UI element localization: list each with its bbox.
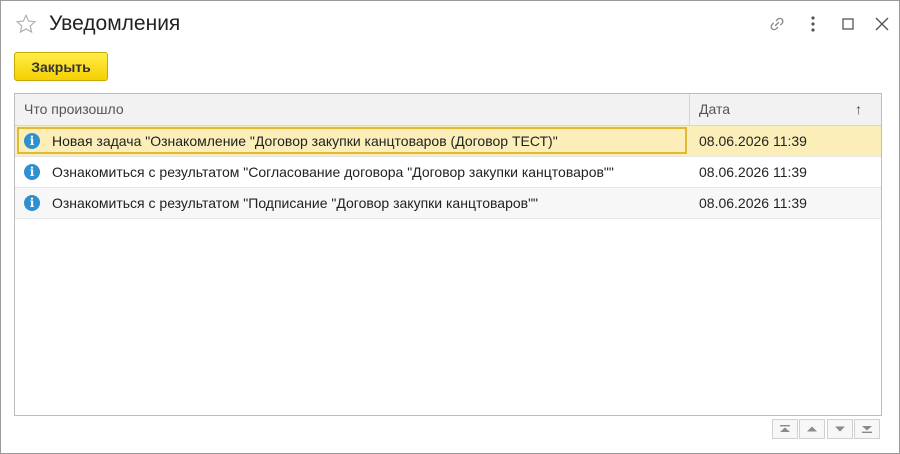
column-header-what[interactable]: Что произошло	[15, 94, 689, 125]
info-icon: i	[24, 164, 40, 180]
more-menu-icon[interactable]	[802, 13, 824, 35]
row-what-text: Новая задача "Ознакомление "Договор заку…	[52, 133, 558, 149]
close-icon[interactable]	[871, 13, 893, 35]
row-what-text: Ознакомиться с результатом "Согласование…	[52, 164, 614, 180]
scroll-up-button[interactable]	[799, 419, 825, 439]
favorite-star-icon[interactable]	[15, 13, 37, 35]
scroll-to-first-button[interactable]	[772, 419, 798, 439]
info-icon: i	[24, 195, 40, 211]
table-row[interactable]: i Ознакомиться с результатом "Согласован…	[15, 157, 881, 188]
table-header: Что произошло Дата ↑	[15, 94, 881, 126]
column-header-date[interactable]: Дата	[690, 94, 881, 125]
scroll-down-button[interactable]	[827, 419, 853, 439]
close-button[interactable]: Закрыть	[14, 52, 108, 81]
notifications-window: Уведомления Закрыть Что произошло Дата ↑…	[0, 0, 900, 454]
link-icon[interactable]	[766, 13, 788, 35]
info-icon: i	[24, 133, 40, 149]
table-row[interactable]: i Ознакомиться с результатом "Подписание…	[15, 188, 881, 219]
notifications-table: Что произошло Дата ↑ i Новая задача "Озн…	[14, 93, 882, 416]
row-date-text: 08.06.2026 11:39	[699, 133, 807, 149]
sort-ascending-icon[interactable]: ↑	[855, 101, 862, 117]
table-row[interactable]: i Новая задача "Ознакомление "Договор за…	[15, 126, 881, 157]
window-title: Уведомления	[49, 12, 181, 35]
row-what-text: Ознакомиться с результатом "Подписание "…	[52, 195, 539, 211]
scroll-to-last-button[interactable]	[854, 419, 880, 439]
maximize-icon[interactable]	[837, 13, 859, 35]
row-date-text: 08.06.2026 11:39	[699, 164, 807, 180]
title-bar: Уведомления	[1, 1, 899, 47]
row-date-text: 08.06.2026 11:39	[699, 195, 807, 211]
